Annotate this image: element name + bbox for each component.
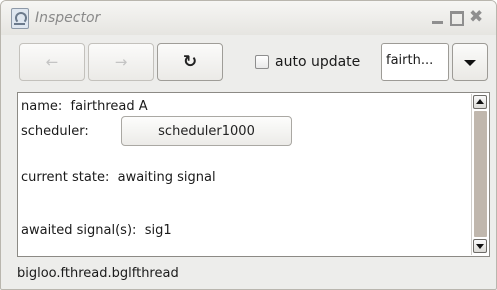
minimize-icon[interactable] [430, 9, 446, 25]
reload-icon: ↻ [182, 52, 198, 72]
signals-row: awaited signal(s): sig1 [21, 223, 172, 238]
name-value: fairthread A [70, 99, 148, 114]
thread-select-field[interactable]: fairth... [381, 43, 449, 81]
scroll-up-icon[interactable] [473, 95, 487, 109]
auto-update-toggle[interactable]: auto update [255, 53, 360, 71]
reload-button[interactable]: ↻ [157, 43, 223, 81]
signals-value: sig1 [144, 223, 172, 238]
state-row: current state: awaiting signal [21, 170, 216, 185]
forward-button[interactable]: → [88, 43, 154, 81]
window-title: Inspector [35, 10, 101, 26]
state-label: current state: [21, 170, 110, 185]
auto-update-checkbox[interactable] [255, 55, 269, 69]
vertical-scrollbar[interactable] [471, 94, 489, 255]
name-label: name: [21, 99, 63, 114]
back-arrow-icon: ← [45, 53, 59, 71]
scroll-thumb[interactable] [474, 111, 487, 237]
close-icon[interactable]: ✖ [469, 9, 485, 26]
maximize-icon[interactable] [449, 9, 465, 26]
forward-arrow-icon: → [114, 53, 128, 71]
name-row: name: fairthread A [21, 99, 148, 114]
state-value: awaiting signal [117, 170, 216, 185]
thread-select-dropdown-button[interactable] [452, 43, 488, 81]
java-app-icon [11, 8, 29, 29]
auto-update-label: auto update [275, 54, 361, 70]
signals-label: awaited signal(s): [21, 223, 137, 238]
inspector-window: Inspector ✖ ← → ↻ auto update fairth... … [0, 0, 497, 290]
status-bar-text: bigloo.fthread.bglfthread [17, 266, 179, 281]
scroll-down-icon[interactable] [473, 239, 487, 253]
scheduler-label: scheduler: [21, 124, 89, 139]
scheduler-button[interactable]: scheduler1000 [121, 116, 292, 146]
scheduler-row: scheduler: [21, 124, 89, 139]
scheduler-button-label: scheduler1000 [158, 123, 255, 139]
back-button[interactable]: ← [19, 43, 85, 81]
title-bar[interactable]: Inspector ✖ [1, 1, 496, 35]
inspector-panel: name: fairthread A scheduler: scheduler1… [17, 92, 490, 257]
